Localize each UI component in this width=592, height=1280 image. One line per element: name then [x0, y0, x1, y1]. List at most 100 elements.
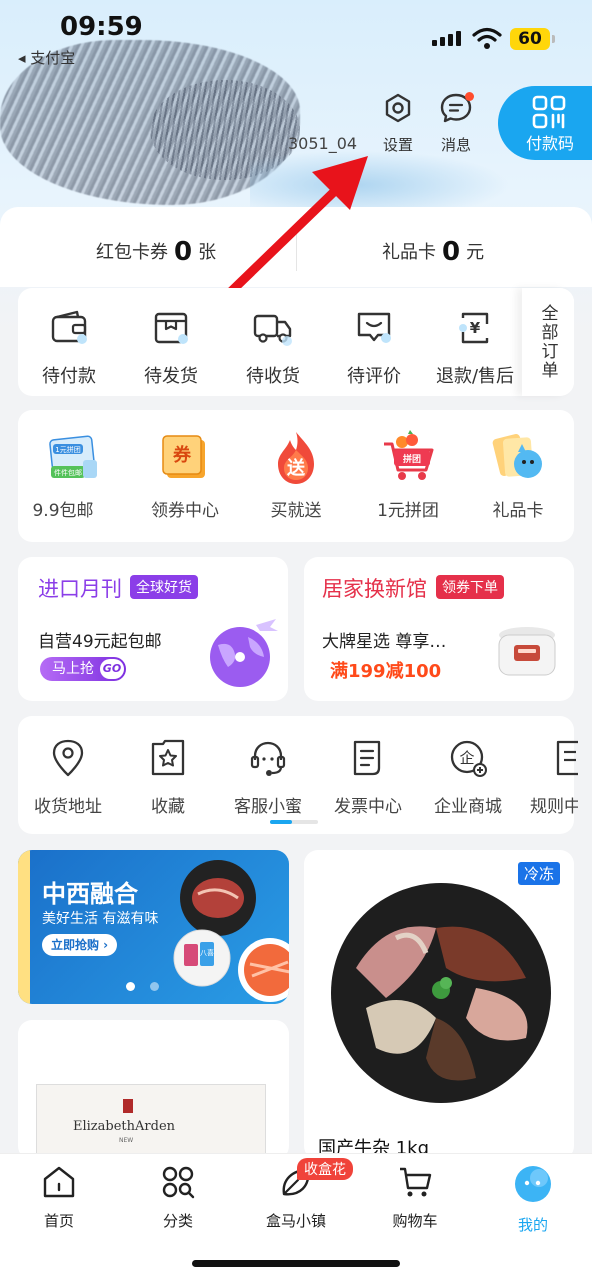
giftcard-label: 礼品卡 [382, 242, 436, 263]
promo-free-shipping[interactable]: 1元拼团 件件包邮 9.9包邮 [18, 430, 128, 521]
order-refund-aftersales[interactable]: ¥ 退款/售后 [425, 308, 525, 388]
order-pending-receipt[interactable]: 待收货 [223, 308, 323, 388]
order-label: 待收货 [246, 366, 300, 387]
service-label: 发票中心 [334, 797, 402, 817]
beef-offal-photo [331, 883, 551, 1103]
coupons-summary[interactable]: 红包卡券 0 张 [96, 237, 216, 267]
go-badge: GO [100, 659, 124, 679]
fusion-food-banner[interactable]: 中西融合 美好生活 有滋有味 立即抢购 › 八喜 [18, 850, 289, 1004]
tab-hema-town[interactable]: 收盒花 盒马小镇 [241, 1158, 353, 1231]
settings-icon [385, 93, 411, 123]
banner-title: 进口月刊 [38, 577, 122, 601]
grab-now-button[interactable]: 马上抢 GO [40, 657, 126, 681]
banner-title: 居家换新馆 [322, 577, 427, 601]
coupon-sticker: 券 [172, 444, 192, 466]
all-orders-button[interactable]: 全部订单 [522, 288, 574, 396]
settings-button[interactable]: 设置 [370, 92, 426, 155]
banner-title: 中西融合 [42, 880, 138, 908]
tab-label: 分类 [162, 1212, 193, 1230]
service-label: 收货地址 [34, 797, 102, 817]
tab-label: 我的 [517, 1216, 548, 1234]
tab-label: 盒马小镇 [265, 1212, 326, 1230]
favorite-star-icon [151, 739, 185, 776]
services-scroll-indicator [270, 820, 318, 824]
promo-buy-and-get[interactable]: 送 买就送 [241, 430, 351, 521]
promo-label: 1元拼团 [377, 501, 439, 521]
giftcard-summary[interactable]: 礼品卡 0 元 [382, 237, 484, 267]
status-bar: 09:59 ◂ 支付宝 60 [0, 0, 592, 80]
gift-card-icon [490, 430, 546, 486]
service-customer-support[interactable]: 客服小蜜 [218, 738, 318, 817]
free-shipping-sticker: 1元拼团 [55, 445, 80, 454]
home-indicator [192, 1260, 400, 1267]
review-icon [357, 312, 391, 343]
order-pending-shipment[interactable]: 待发货 [121, 308, 221, 388]
service-rules[interactable]: 规则中 [518, 738, 578, 817]
service-favorites[interactable]: 收藏 [118, 738, 218, 817]
headset-icon [250, 741, 286, 776]
rules-icon [556, 740, 578, 776]
paycode-label: 付款码 [526, 134, 575, 153]
messages-button[interactable]: 消息 [428, 92, 484, 155]
services-card: 收货地址 收藏 客服小蜜 发票中心 企 企业商城 规则中 [18, 716, 578, 834]
group-buy-cart-icon: 拼团 [380, 430, 436, 486]
gift-sticker: 送 [286, 457, 306, 479]
tab-label: 首页 [43, 1212, 74, 1230]
coupons-count: 0 [174, 237, 193, 267]
service-enterprise-mall[interactable]: 企 企业商城 [418, 738, 518, 817]
profile-icon [515, 1166, 551, 1202]
qr-code-icon [532, 95, 566, 129]
order-label: 待发货 [144, 366, 198, 387]
banner-subtitle: 自营49元起包邮 [38, 632, 162, 652]
promo-gift-card[interactable]: 礼品卡 [463, 430, 573, 521]
discount-text: 满199减100 [330, 661, 442, 682]
enterprise-icon: 企 [450, 740, 487, 777]
globe-airplane-icon [210, 619, 278, 687]
collect-flower-badge: 收盒花 [297, 1158, 353, 1180]
buy-now-button[interactable]: 立即抢购 › [42, 934, 118, 956]
status-time: 09:59 [60, 12, 143, 42]
order-pending-review[interactable]: 待评价 [324, 308, 424, 388]
location-pin-icon [52, 739, 84, 777]
cellular-signal-icon [432, 30, 461, 46]
food-photo: 八喜 [173, 860, 289, 1002]
promo-label: 9.9包邮 [32, 501, 94, 521]
product-box-image: ElizabethArden NEW [36, 1084, 266, 1160]
home-icon [43, 1166, 75, 1198]
carousel-dot-active [126, 982, 135, 991]
battery-indicator: 60 [510, 28, 555, 50]
service-address[interactable]: 收货地址 [18, 738, 118, 817]
rice-cooker-image [498, 627, 556, 676]
coupon-center-icon: 券 [157, 430, 213, 486]
import-monthly-banner[interactable]: 进口月刊 全球好货 自营49元起包邮 马上抢 GO [18, 557, 288, 701]
tab-cart[interactable]: 购物车 [360, 1164, 470, 1231]
tab-home[interactable]: 首页 [4, 1164, 114, 1231]
back-to-app-link[interactable]: ◂ 支付宝 [18, 47, 75, 68]
order-label: 待评价 [347, 366, 401, 387]
tab-category[interactable]: 分类 [123, 1164, 233, 1231]
wallet-icon [51, 310, 87, 344]
order-pending-payment[interactable]: 待付款 [19, 308, 119, 388]
tab-label: 购物车 [392, 1212, 438, 1230]
unread-dot [465, 92, 474, 101]
orders-card: 待付款 待发货 待收货 待评价 ¥ 退款/售后 全部订单 [18, 288, 574, 396]
free-shipping-sticker-2: 件件包邮 [54, 468, 82, 477]
banner-subtitle: 大牌星选 尊享… [322, 632, 447, 652]
giftcard-unit: 元 [466, 242, 485, 263]
home-renewal-banner[interactable]: 居家换新馆 领券下单 大牌星选 尊享… 满199减100 [304, 557, 574, 701]
carousel-dot [150, 982, 159, 991]
product-card-beef-offal[interactable]: 冷冻 国产牛杂 1kg [304, 850, 574, 1160]
service-invoice[interactable]: 发票中心 [318, 738, 418, 817]
brand-logo-icon [123, 1099, 133, 1113]
payment-code-button[interactable]: 付款码 [498, 86, 592, 160]
messages-label: 消息 [440, 136, 471, 154]
product-card-cosmetics[interactable]: ElizabethArden NEW [18, 1020, 289, 1160]
promo-coupon-center[interactable]: 券 领券中心 [130, 430, 240, 521]
promo-group-buy[interactable]: 拼团 1元拼团 [353, 430, 463, 521]
banner-tag: 全球好货 [130, 575, 198, 599]
service-label: 规则中 [530, 797, 578, 817]
group-buy-sticker: 拼团 [403, 453, 421, 465]
coupons-label: 红包卡券 [96, 242, 168, 263]
service-label: 客服小蜜 [234, 797, 302, 817]
tab-me[interactable]: 我的 [478, 1164, 588, 1235]
